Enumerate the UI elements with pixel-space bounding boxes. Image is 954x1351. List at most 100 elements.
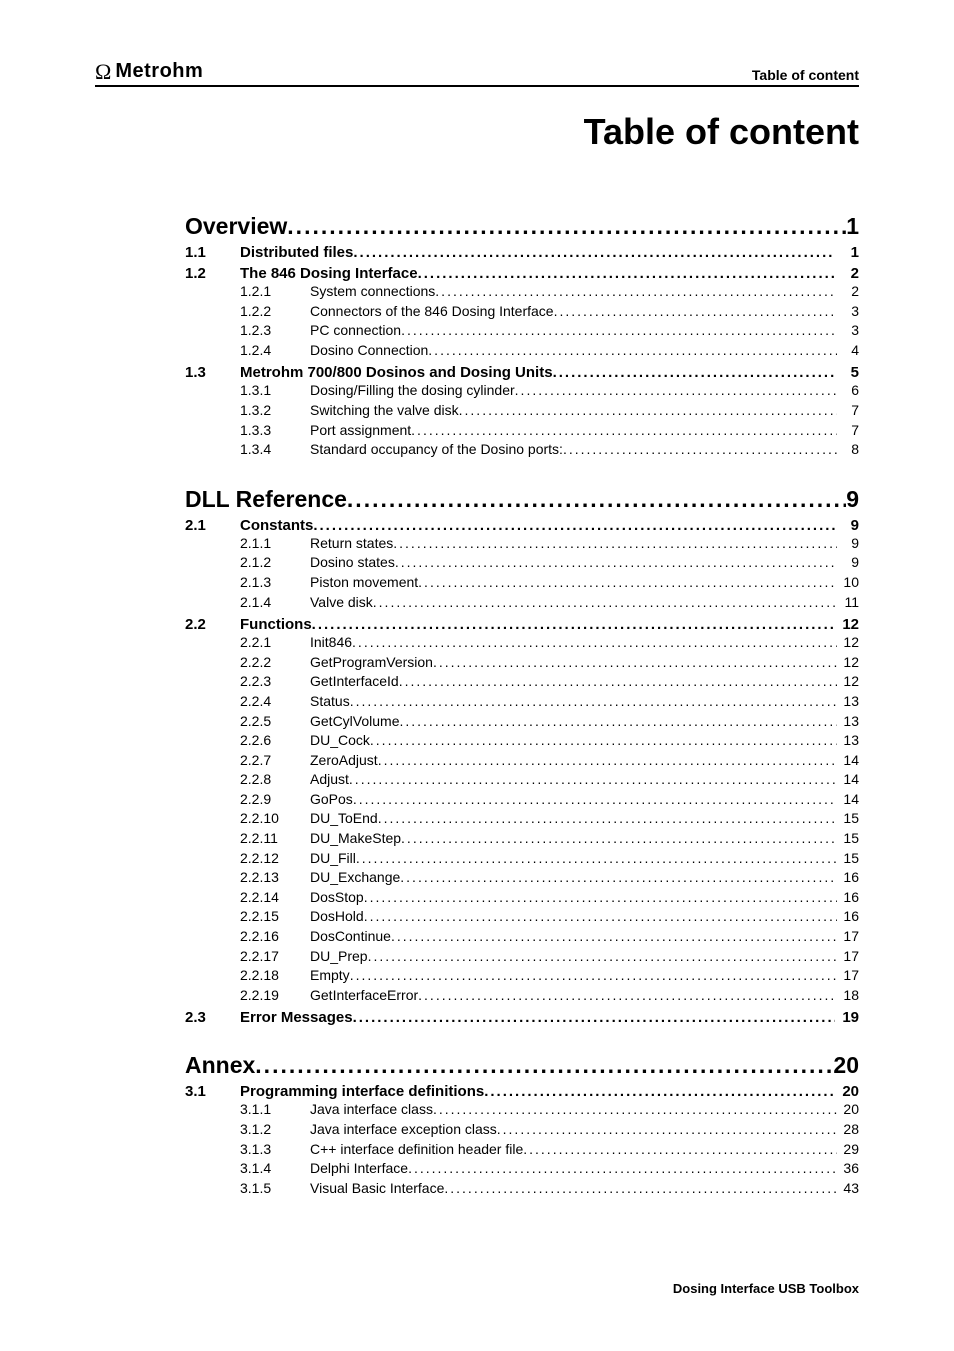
toc-entry-title: GetInterfaceId [310,672,399,692]
toc-entry: 3.1.5Visual Basic Interface43 [185,1179,859,1199]
toc-entry-page: 12 [835,616,859,633]
toc-entry: 1.3Metrohm 700/800 Dosinos and Dosing Un… [185,364,859,381]
toc-entry-page: 12 [837,633,859,653]
toc-entry-page: 4 [837,341,859,361]
toc-entry-number: 2.2.3 [240,672,310,692]
toc-entry-page: 14 [837,790,859,810]
toc-leader-dots [418,265,835,282]
toc-entry: 2.2.12DU_Fill15 [185,849,859,869]
brand-name: Metrohm [115,60,203,83]
toc-entry-page: 3 [837,321,859,341]
toc-entry: 3.1.3C++ interface definition header fil… [185,1140,859,1160]
toc-entry-number: 3.1.4 [240,1159,310,1179]
toc-entry-page: 15 [837,809,859,829]
toc-entry-title: DosStop [310,888,364,908]
toc-entry: 1.2.1System connections2 [185,282,859,302]
toc-entry: 1.2The 846 Dosing Interface2 [185,265,859,282]
toc-entry-page: 17 [837,927,859,947]
toc-entry-number: 2.2.9 [240,790,310,810]
toc-entry-title: Java interface exception class [310,1120,497,1140]
header-section-label: Table of content [752,67,859,83]
toc-leader-dots [347,486,846,513]
toc-entry-number: 1.3.3 [240,421,310,441]
toc-leader-dots [350,692,837,712]
toc-leader-dots [312,616,835,633]
toc-entry-page: 17 [837,947,859,967]
toc-entry-page: 20 [835,1083,859,1100]
toc-entry-page: 9 [837,534,859,554]
toc-entry-number: 3.1.5 [240,1179,310,1199]
toc-entry: 2.2Functions 12 [185,616,859,633]
toc-entry: 3.1Programming interface definitions20 [185,1083,859,1100]
toc-entry-title: Port assignment [310,421,411,441]
toc-entry-title: DU_Fill [310,849,356,869]
toc-entry-page: 13 [837,712,859,732]
toc-entry-page: 9 [846,486,859,513]
toc-entry-title: C++ interface definition header file [310,1140,523,1160]
toc-entry-title: ZeroAdjust [310,751,378,771]
toc-leader-dots [433,653,837,673]
page-title: Table of content [95,111,859,153]
toc-entry: 2.2.4Status13 [185,692,859,712]
toc-entry-page: 1 [835,244,859,261]
toc-entry: 2.2.19GetInterfaceError18 [185,986,859,1006]
toc-entry: 2.1.4Valve disk11 [185,593,859,613]
toc-entry-number: 2.2.4 [240,692,310,712]
toc-entry-title: DosHold [310,907,364,927]
toc-entry-number: 1.1 [185,244,240,261]
toc-leader-dots [433,1100,837,1120]
toc-entry-title: GoPos [310,790,353,810]
toc-entry-page: 20 [837,1100,859,1120]
toc-leader-dots [399,672,837,692]
toc-entry-title: Distributed files [240,244,353,261]
toc-entry-title: Valve disk [310,593,373,613]
toc-entry: 2.2.10DU_ToEnd15 [185,809,859,829]
toc-leader-dots [459,401,837,421]
toc-entry-number: 2.2.10 [240,809,310,829]
table-of-contents: 1Overview1 1.1Distributed files 1 1.2The 84… [95,213,859,1198]
toc-entry-title: GetCylVolume [310,712,399,732]
toc-leader-dots [395,553,837,573]
toc-entry-page: 10 [837,573,859,593]
brand: Ω Metrohm [95,60,203,83]
toc-entry-title: Metrohm 700/800 Dosinos and Dosing Units [240,364,553,381]
toc-leader-dots [349,770,837,790]
toc-entry: 2.2.1Init846 12 [185,633,859,653]
toc-entry-title: DLL Reference [185,486,347,513]
toc-entry-page: 9 [837,553,859,573]
toc-entry-page: 1 [846,213,859,240]
toc-entry-number: 1.3.2 [240,401,310,421]
toc-leader-dots [484,1083,835,1100]
toc-entry-title: DU_MakeStep [310,829,401,849]
toc-entry-page: 16 [837,907,859,927]
toc-entry-title: Visual Basic Interface [310,1179,444,1199]
toc-entry: 2.2.5GetCylVolume13 [185,712,859,732]
toc-entry: 2.2.6DU_Cock13 [185,731,859,751]
toc-leader-dots [418,986,837,1006]
toc-leader-dots [401,321,837,341]
toc-entry-page: 16 [837,888,859,908]
toc-entry-number: 2.1.3 [240,573,310,593]
toc-entry-title: Java interface class [310,1100,433,1120]
toc-entry-title: Dosino Connection [310,341,428,361]
toc-entry: 2.2.11DU_MakeStep15 [185,829,859,849]
toc-entry-title: Init846 [310,633,352,653]
toc-entry-number: 2.2.1 [240,633,310,653]
toc-entry-page: 29 [837,1140,859,1160]
toc-entry: 1.3.4Standard occupancy of the Dosino po… [185,440,859,460]
toc-entry-number: 3.1.1 [240,1100,310,1120]
toc-entry-title: Dosing/Filling the dosing cylinder [310,381,515,401]
toc-entry: 1.1Distributed files 1 [185,244,859,261]
toc-entry-number: 2.2.17 [240,947,310,967]
toc-entry-page: 19 [835,1009,859,1026]
toc-entry: 2.2.16DosContinue17 [185,927,859,947]
footer-text: Dosing Interface USB Toolbox [673,1281,859,1296]
toc-entry-page: 7 [837,401,859,421]
toc-leader-dots [352,633,837,653]
toc-entry: 1Overview1 [185,213,859,240]
toc-entry-title: Functions [240,616,312,633]
page-header: Ω Metrohm Table of content [95,60,859,87]
toc-entry-title: DU_Cock [310,731,370,751]
toc-entry-number: 2.2 [185,616,240,633]
toc-entry-title: Switching the valve disk [310,401,459,421]
